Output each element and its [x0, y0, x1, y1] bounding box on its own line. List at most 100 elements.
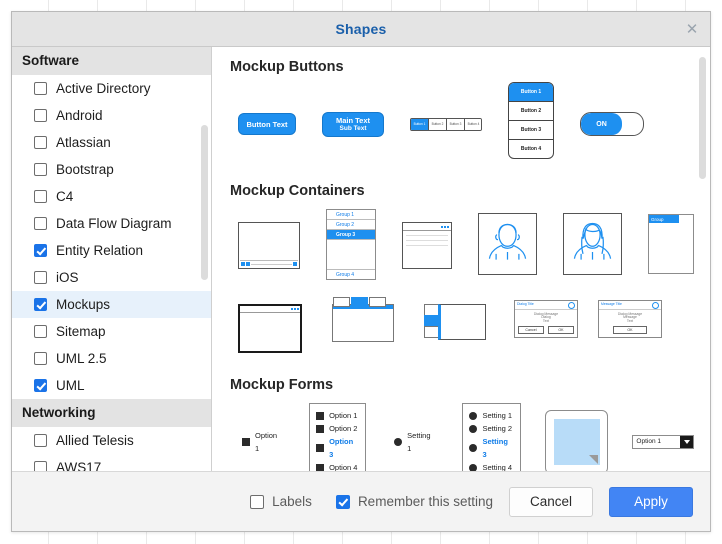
shape-single-radio[interactable]: Setting 1: [394, 429, 436, 455]
shape-checkbox-group[interactable]: Option 1 Option 2 Option 3 Option 4: [309, 403, 367, 471]
shape-dialog-confirm[interactable]: Dialog Title Dialog Message Dialog Text …: [514, 300, 578, 339]
checkbox-icon[interactable]: [34, 271, 47, 284]
checkbox-row[interactable]: Option 3: [316, 435, 359, 461]
resize-handle-icon[interactable]: [589, 454, 599, 464]
shape-group-list[interactable]: Group 1 Group 2 Group 3 Group 4: [326, 209, 376, 280]
checkbox-icon[interactable]: [34, 217, 47, 230]
radio-row[interactable]: Setting 3: [469, 435, 513, 461]
close-icon[interactable]: ✕: [682, 19, 702, 39]
checkbox-icon[interactable]: [34, 352, 47, 365]
remember-setting-checkbox[interactable]: Remember this setting: [335, 494, 493, 509]
checkbox-icon[interactable]: [316, 463, 325, 471]
sidebar-list[interactable]: Software Active Directory Android Atlassian…: [12, 47, 211, 471]
dialog-mock-cancel-button[interactable]: Cancel: [518, 326, 544, 335]
checkbox-icon[interactable]: [34, 379, 47, 392]
shape-single-checkbox[interactable]: Option 1: [242, 429, 283, 455]
checkbox-icon[interactable]: [34, 434, 47, 447]
shape-video-player[interactable]: [238, 222, 300, 269]
mockup-containers-row-1: Group 1 Group 2 Group 3 Group 4 Group: [230, 209, 694, 280]
segment-button[interactable]: Button 4: [465, 118, 481, 130]
sidebar-item-sitemap[interactable]: Sitemap: [12, 318, 211, 345]
remember-setting-checkbox-box[interactable]: [335, 494, 350, 509]
checkbox-row[interactable]: Option 2: [316, 422, 359, 435]
checkbox-icon[interactable]: [34, 82, 47, 95]
shape-segmented-button-bar[interactable]: Button 1 Button 2 Button 3 Button 4: [410, 117, 482, 131]
sidebar-category-header[interactable]: Networking: [12, 399, 211, 427]
shape-dropdown[interactable]: Option 1: [632, 434, 694, 449]
radio-row[interactable]: Setting 1: [469, 409, 513, 422]
window-tabs[interactable]: [333, 297, 393, 307]
sidebar-item-entity-relation[interactable]: Entity Relation: [12, 237, 211, 264]
shape-button-text[interactable]: Button Text: [238, 113, 296, 135]
shape-textarea[interactable]: [544, 409, 609, 471]
radio-icon[interactable]: [469, 411, 478, 420]
sidebar-item-android[interactable]: Android: [12, 102, 211, 129]
radio-row[interactable]: Setting 2: [469, 422, 513, 435]
cancel-button[interactable]: Cancel: [509, 486, 593, 517]
shape-group-container[interactable]: Group: [648, 214, 694, 274]
shape-toggle-switch[interactable]: ON: [580, 112, 644, 136]
shape-user-female[interactable]: [563, 213, 622, 275]
sidebar-item-mockups[interactable]: Mockups: [12, 291, 211, 318]
sidebar-item-aws17[interactable]: AWS17: [12, 454, 211, 471]
checkbox-icon[interactable]: [34, 136, 47, 149]
segment-button[interactable]: Button 1: [411, 118, 429, 130]
sidebar-item-active-directory[interactable]: Active Directory: [12, 75, 211, 102]
sidebar-item-uml-2-5[interactable]: UML 2.5: [12, 345, 211, 372]
checkbox-row[interactable]: Option 4: [316, 461, 359, 471]
sidebar-item-ios[interactable]: iOS: [12, 264, 211, 291]
sidebar-item-c4[interactable]: C4: [12, 183, 211, 210]
labels-checkbox-box[interactable]: [250, 494, 265, 509]
checkbox-icon[interactable]: [34, 190, 47, 203]
sidebar-category-header[interactable]: Software: [12, 47, 211, 75]
checkbox-icon[interactable]: [34, 461, 47, 471]
list-item[interactable]: Button 2: [509, 102, 553, 121]
dialog-mock-ok-button[interactable]: OK: [613, 326, 647, 335]
shape-window-form[interactable]: [402, 222, 452, 269]
segment-button[interactable]: Button 2: [429, 118, 447, 130]
checkbox-icon[interactable]: [34, 163, 47, 176]
sidebar-item-bootstrap[interactable]: Bootstrap: [12, 156, 211, 183]
sidebar-item-label: Allied Telesis: [56, 433, 134, 448]
shape-user-male[interactable]: [478, 213, 537, 275]
checkbox-icon[interactable]: [34, 325, 47, 338]
list-item[interactable]: Button 1: [509, 82, 553, 102]
panel-scrollbar-thumb[interactable]: [699, 57, 706, 179]
list-item[interactable]: Group 3: [327, 230, 375, 240]
radio-icon[interactable]: [469, 463, 478, 471]
list-item[interactable]: Button 4: [509, 140, 553, 158]
checkbox-row[interactable]: Option 1: [316, 409, 359, 422]
checkbox-icon[interactable]: [316, 424, 325, 433]
sidebar-item-uml[interactable]: UML: [12, 372, 211, 399]
labels-checkbox[interactable]: Labels: [250, 494, 312, 509]
checkbox-icon[interactable]: [34, 298, 47, 311]
shape-browser-window[interactable]: [238, 304, 302, 353]
shape-button-main-sub[interactable]: Main Text Sub Text: [322, 111, 384, 137]
list-item[interactable]: Group 4: [327, 269, 375, 279]
shape-tabbed-window-side[interactable]: [424, 304, 486, 340]
sidebar-item-atlassian[interactable]: Atlassian: [12, 129, 211, 156]
checkbox-icon[interactable]: [34, 109, 47, 122]
dialog-mock-ok-button[interactable]: OK: [548, 326, 574, 335]
sidebar-item-allied-telesis[interactable]: Allied Telesis: [12, 427, 211, 454]
checkbox-icon[interactable]: [316, 444, 325, 452]
sidebar-item-label: UML 2.5: [56, 351, 107, 366]
chevron-down-icon[interactable]: [680, 435, 693, 448]
sidebar-scrollbar-thumb[interactable]: [201, 125, 208, 280]
checkbox-icon[interactable]: [316, 411, 325, 420]
list-item[interactable]: Group 1: [327, 210, 375, 220]
list-item[interactable]: Group 2: [327, 220, 375, 230]
list-item[interactable]: Button 3: [509, 121, 553, 140]
apply-button[interactable]: Apply: [609, 486, 693, 517]
shape-tabbed-window-top[interactable]: [332, 297, 394, 342]
shape-button-list[interactable]: Button 1 Button 2 Button 3 Button 4: [508, 81, 554, 159]
radio-icon[interactable]: [469, 444, 478, 452]
checkbox-icon[interactable]: [34, 244, 47, 257]
browser-titlebar: [240, 306, 300, 313]
shape-dialog-message[interactable]: Message Title Dialog Message Message Tex…: [598, 300, 662, 339]
segment-button[interactable]: Button 3: [447, 118, 465, 130]
shape-radio-group[interactable]: Setting 1 Setting 2 Setting 3 Setting 4: [462, 403, 521, 471]
sidebar-item-data-flow-diagram[interactable]: Data Flow Diagram: [12, 210, 211, 237]
radio-icon[interactable]: [469, 424, 478, 433]
radio-row[interactable]: Setting 4: [469, 461, 513, 471]
